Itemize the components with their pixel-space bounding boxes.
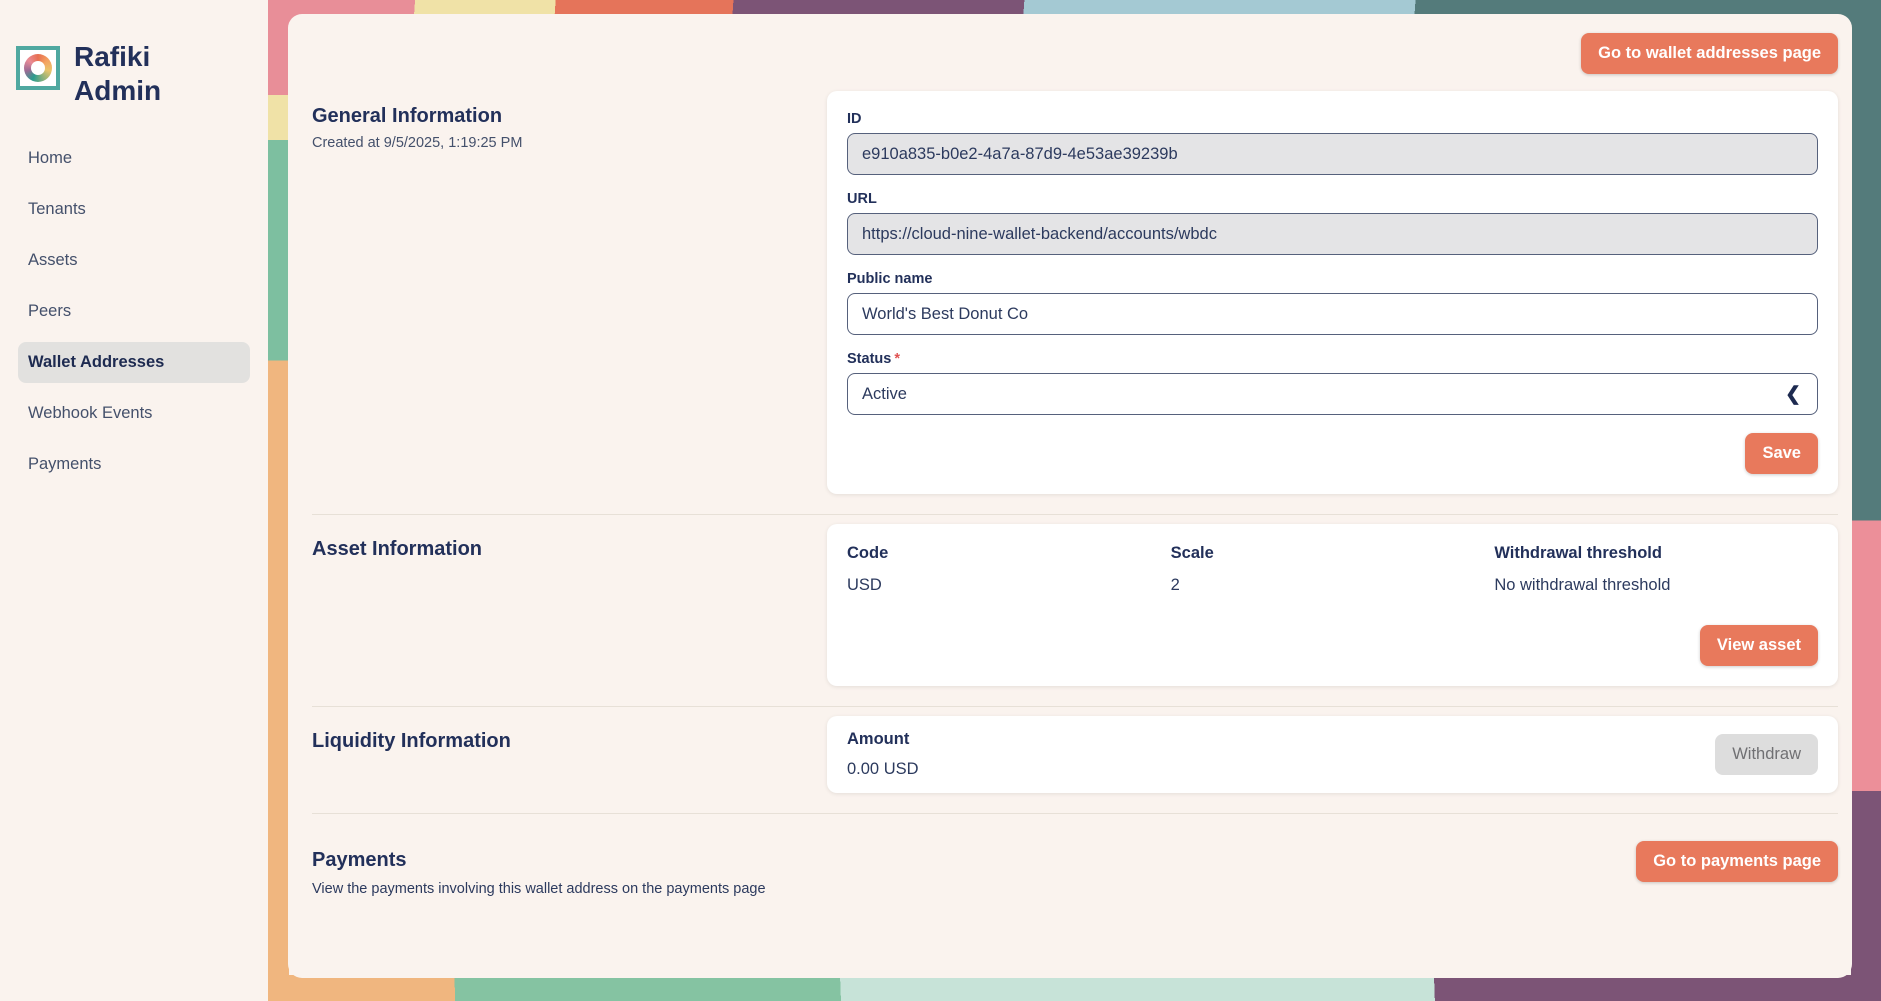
view-asset-button[interactable]: View asset xyxy=(1700,625,1818,666)
asset-code-value: USD xyxy=(847,576,1171,595)
chevron-icon: ❮ xyxy=(1785,383,1801,406)
url-label: URL xyxy=(847,191,1818,207)
go-to-payments-button[interactable]: Go to payments page xyxy=(1636,841,1838,882)
section-divider xyxy=(312,813,1838,814)
asset-scale-value: 2 xyxy=(1171,576,1495,595)
asset-information-section: Asset Information Code USD Scale 2 Withd… xyxy=(288,524,1852,686)
general-information-section: General Information Created at 9/5/2025,… xyxy=(288,91,1852,494)
asset-actions-row: View asset xyxy=(847,625,1818,666)
general-information-card: ID URL Public name Status* Active ❮ Save xyxy=(827,91,1838,494)
liquidity-information-heading: Liquidity Information xyxy=(312,730,827,753)
background-left-stripe xyxy=(268,0,289,1001)
asset-scale-label: Scale xyxy=(1171,544,1495,563)
status-select[interactable]: Active ❮ xyxy=(847,373,1818,415)
sidebar-item-peers[interactable]: Peers xyxy=(18,291,250,332)
background-right-stripe xyxy=(1851,0,1881,1001)
asset-scale-column: Scale 2 xyxy=(1171,544,1495,595)
section-divider xyxy=(312,706,1838,707)
sidebar-item-wallet-addresses[interactable]: Wallet Addresses xyxy=(18,342,250,383)
sidebar: Rafiki Admin Home Tenants Assets Peers W… xyxy=(0,0,268,1001)
sidebar-item-tenants[interactable]: Tenants xyxy=(18,189,250,230)
rafiki-logo-ring xyxy=(24,54,52,82)
asset-information-card: Code USD Scale 2 Withdrawal threshold No… xyxy=(827,524,1838,686)
asset-withdrawal-threshold-column: Withdrawal threshold No withdrawal thres… xyxy=(1494,544,1818,595)
asset-code-column: Code USD xyxy=(847,544,1171,595)
asset-information-heading: Asset Information xyxy=(312,538,827,561)
sidebar-item-payments[interactable]: Payments xyxy=(18,444,250,485)
sidebar-item-home[interactable]: Home xyxy=(18,138,250,179)
withdrawal-threshold-label: Withdrawal threshold xyxy=(1494,544,1818,563)
save-row: Save xyxy=(847,433,1818,474)
withdrawal-threshold-value: No withdrawal threshold xyxy=(1494,576,1818,595)
liquidity-information-section: Liquidity Information Amount 0.00 USD Wi… xyxy=(288,716,1852,793)
sidebar-item-webhook-events[interactable]: Webhook Events xyxy=(18,393,250,434)
id-label: ID xyxy=(847,111,1818,127)
public-name-label: Public name xyxy=(847,271,1818,287)
section-divider xyxy=(312,514,1838,515)
payments-heading: Payments xyxy=(312,849,766,872)
sidebar-nav: Home Tenants Assets Peers Wallet Address… xyxy=(0,138,268,485)
status-selected-value: Active xyxy=(862,385,907,404)
app-title: Rafiki Admin xyxy=(74,40,204,108)
status-label: Status* xyxy=(847,351,1818,367)
liquidity-card: Amount 0.00 USD Withdraw xyxy=(827,716,1838,793)
main-panel: Go to wallet addresses page General Info… xyxy=(288,14,1852,978)
required-asterisk: * xyxy=(894,351,900,367)
withdraw-button: Withdraw xyxy=(1715,734,1818,775)
asset-grid: Code USD Scale 2 Withdrawal threshold No… xyxy=(847,544,1818,595)
sidebar-item-assets[interactable]: Assets xyxy=(18,240,250,281)
asset-information-intro: Asset Information xyxy=(312,524,827,686)
liquidity-information-intro: Liquidity Information xyxy=(312,716,827,793)
status-field-group: Status* Active ❮ xyxy=(847,351,1818,415)
id-input xyxy=(847,133,1818,175)
page-header: Go to wallet addresses page xyxy=(288,14,1852,74)
save-button[interactable]: Save xyxy=(1745,433,1818,474)
created-at-text: Created at 9/5/2025, 1:19:25 PM xyxy=(312,135,827,151)
payments-section: Payments View the payments involving thi… xyxy=(288,823,1852,901)
asset-code-label: Code xyxy=(847,544,1171,563)
general-information-heading: General Information xyxy=(312,105,827,128)
background-bottom-stripe xyxy=(268,975,1881,1001)
rafiki-logo-icon xyxy=(16,46,60,90)
go-to-wallet-addresses-button[interactable]: Go to wallet addresses page xyxy=(1581,33,1838,74)
liquidity-amount: Amount 0.00 USD xyxy=(847,730,919,779)
url-field-group: URL xyxy=(847,191,1818,255)
public-name-field-group: Public name xyxy=(847,271,1818,335)
general-information-intro: General Information Created at 9/5/2025,… xyxy=(312,91,827,494)
public-name-input[interactable] xyxy=(847,293,1818,335)
id-field-group: ID xyxy=(847,111,1818,175)
amount-label: Amount xyxy=(847,730,919,749)
amount-value: 0.00 USD xyxy=(847,760,919,779)
brand-header: Rafiki Admin xyxy=(0,0,268,108)
url-input xyxy=(847,213,1818,255)
payments-description: View the payments involving this wallet … xyxy=(312,878,766,901)
payments-intro: Payments View the payments involving thi… xyxy=(312,841,766,901)
